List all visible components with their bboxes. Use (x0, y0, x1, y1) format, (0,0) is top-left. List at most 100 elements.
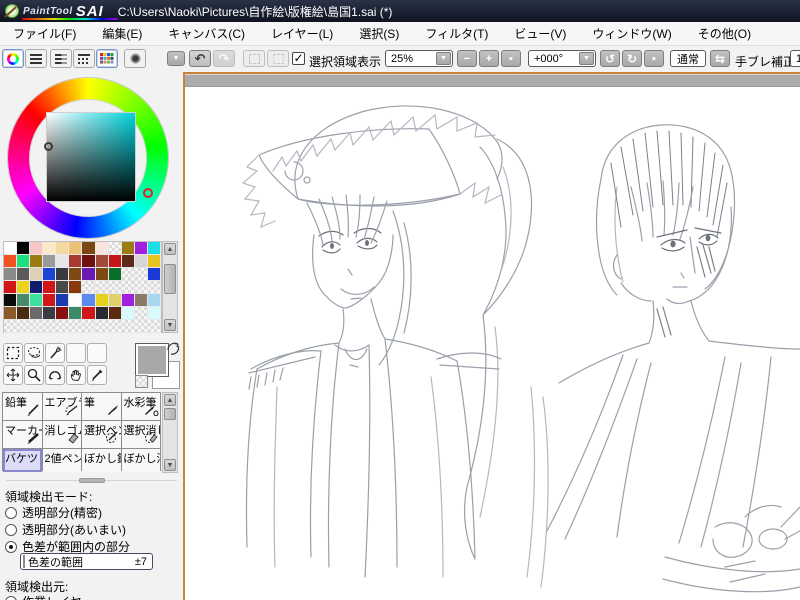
palette-swatch[interactable] (56, 242, 70, 255)
toolbar-dropdown-button[interactable]: ▼ (167, 51, 185, 66)
panel-splitter[interactable] (0, 476, 183, 485)
sv-marker[interactable] (44, 142, 53, 151)
palette-swatch[interactable] (43, 281, 57, 294)
undo-button[interactable]: ↶ (189, 50, 211, 67)
brush-marker[interactable]: マーカー (3, 421, 42, 448)
palette-swatch[interactable] (82, 294, 96, 307)
palette-swatch[interactable] (43, 294, 57, 307)
palette-swatch[interactable] (121, 255, 135, 268)
scroll-down-icon[interactable]: ▼ (164, 319, 176, 331)
primary-color-swatch[interactable] (135, 343, 169, 377)
palette-swatch[interactable] (147, 255, 161, 268)
palette-swatch[interactable] (30, 281, 44, 294)
palette-swatch[interactable] (56, 255, 70, 268)
palette-swatch[interactable] (17, 307, 31, 320)
zoom-dropdown-icon[interactable]: ▼ (436, 52, 451, 65)
palette-swatch[interactable] (4, 268, 18, 281)
brush-blur[interactable]: ぼかし鉛 (82, 449, 121, 472)
menu-item-8[interactable]: その他(O) (685, 25, 764, 42)
palette-swatch[interactable] (43, 242, 57, 255)
menu-item-7[interactable]: ウィンドウ(W) (579, 25, 684, 42)
scroll-up-icon[interactable]: ▲ (164, 243, 176, 255)
radio-icon[interactable] (5, 595, 17, 600)
brush-bucket[interactable]: バケツ (3, 449, 42, 472)
palette-swatch[interactable] (147, 268, 161, 281)
palette-swatch[interactable] (121, 281, 135, 294)
palette-swatch[interactable] (17, 268, 31, 281)
zoom-tool[interactable] (24, 365, 44, 385)
palette-swatch[interactable] (95, 307, 109, 320)
radio-icon[interactable] (5, 506, 17, 519)
brush-binary[interactable]: 2値ペン (42, 449, 81, 472)
palette-swatch[interactable] (108, 242, 122, 255)
empty-tool-slot-2[interactable] (87, 343, 107, 363)
palette-swatch[interactable] (121, 268, 135, 281)
palette-swatch[interactable] (56, 268, 70, 281)
palette-swatch[interactable] (134, 307, 148, 320)
palette-swatch[interactable] (4, 294, 18, 307)
palette-swatch[interactable] (108, 255, 122, 268)
palette-swatch[interactable] (147, 307, 161, 320)
palette-swatch[interactable] (95, 242, 109, 255)
palette-swatch[interactable] (69, 268, 83, 281)
angle-field[interactable]: +000° ▼ (528, 50, 596, 67)
angle-dropdown-icon[interactable]: ▼ (579, 52, 594, 65)
menu-item-4[interactable]: 選択(S) (346, 25, 412, 42)
menu-item-0[interactable]: ファイル(F) (0, 25, 89, 42)
radio-icon[interactable] (5, 523, 17, 536)
palette-swatch[interactable] (69, 281, 83, 294)
zoom-out-button[interactable]: − (457, 50, 477, 67)
palette-swatch[interactable] (82, 268, 96, 281)
brush-brush[interactable]: 筆 (82, 393, 121, 420)
magic-wand-tool[interactable] (45, 343, 65, 363)
brush-pencil[interactable]: 鉛筆 (3, 393, 42, 420)
canvas[interactable] (185, 87, 800, 600)
palette-swatch[interactable] (108, 294, 122, 307)
palette-swatch[interactable] (121, 242, 135, 255)
palette-swatch[interactable] (4, 242, 18, 255)
palette-swatch[interactable] (43, 255, 57, 268)
palette-swatch[interactable] (17, 255, 31, 268)
palette-swatch[interactable] (17, 294, 31, 307)
saturation-value-square[interactable] (46, 112, 136, 202)
palette-swatch[interactable] (17, 281, 31, 294)
palette-swatch[interactable] (56, 281, 70, 294)
swatches-panel-button[interactable] (96, 49, 118, 68)
brush-airbrush[interactable]: エアブラシ (42, 393, 81, 420)
rotate-view-tool[interactable] (45, 365, 65, 385)
palette-swatch[interactable] (108, 307, 122, 320)
deselect-button[interactable] (243, 50, 265, 67)
flip-horizontal-button[interactable]: ⇆ (710, 50, 730, 67)
hand-tool[interactable] (66, 365, 86, 385)
palette-swatch[interactable] (95, 281, 109, 294)
swap-colors-mini[interactable] (135, 375, 148, 388)
palette-swatch[interactable] (82, 255, 96, 268)
palette-swatch[interactable] (147, 320, 161, 333)
palette-swatch[interactable] (82, 281, 96, 294)
palette-swatch[interactable] (134, 294, 148, 307)
palette-swatch[interactable] (56, 294, 70, 307)
swatch-scrollbar[interactable]: ▲ ▼ (162, 241, 178, 333)
palette-swatch[interactable] (43, 307, 57, 320)
palette-swatch[interactable] (95, 255, 109, 268)
palette-swatch[interactable] (134, 268, 148, 281)
palette-swatch[interactable] (69, 307, 83, 320)
menu-item-6[interactable]: ビュー(V) (501, 25, 579, 42)
palette-swatch[interactable] (82, 320, 96, 333)
scratchpad-panel-button[interactable] (124, 49, 146, 68)
zoom-in-button[interactable]: + (479, 50, 499, 67)
detection-source-option-0[interactable]: 作業レイヤー (5, 593, 94, 600)
brush-seleraser[interactable]: 選択消し (121, 421, 160, 448)
rgb-slider-panel-button[interactable] (25, 49, 47, 68)
zoom-field[interactable]: 25% ▼ (385, 50, 453, 67)
palette-swatch[interactable] (134, 255, 148, 268)
palette-swatch[interactable] (30, 255, 44, 268)
lasso-tool[interactable] (24, 343, 44, 363)
palette-swatch[interactable] (43, 320, 57, 333)
blend-mode-button[interactable]: 通常 (670, 50, 706, 67)
canvas-horizontal-scrollbar[interactable] (185, 74, 800, 87)
palette-swatch[interactable] (56, 320, 70, 333)
hsv-slider-panel-button[interactable] (50, 49, 72, 68)
palette-swatch[interactable] (134, 320, 148, 333)
brush-selpen[interactable]: 選択ペン (82, 421, 121, 448)
